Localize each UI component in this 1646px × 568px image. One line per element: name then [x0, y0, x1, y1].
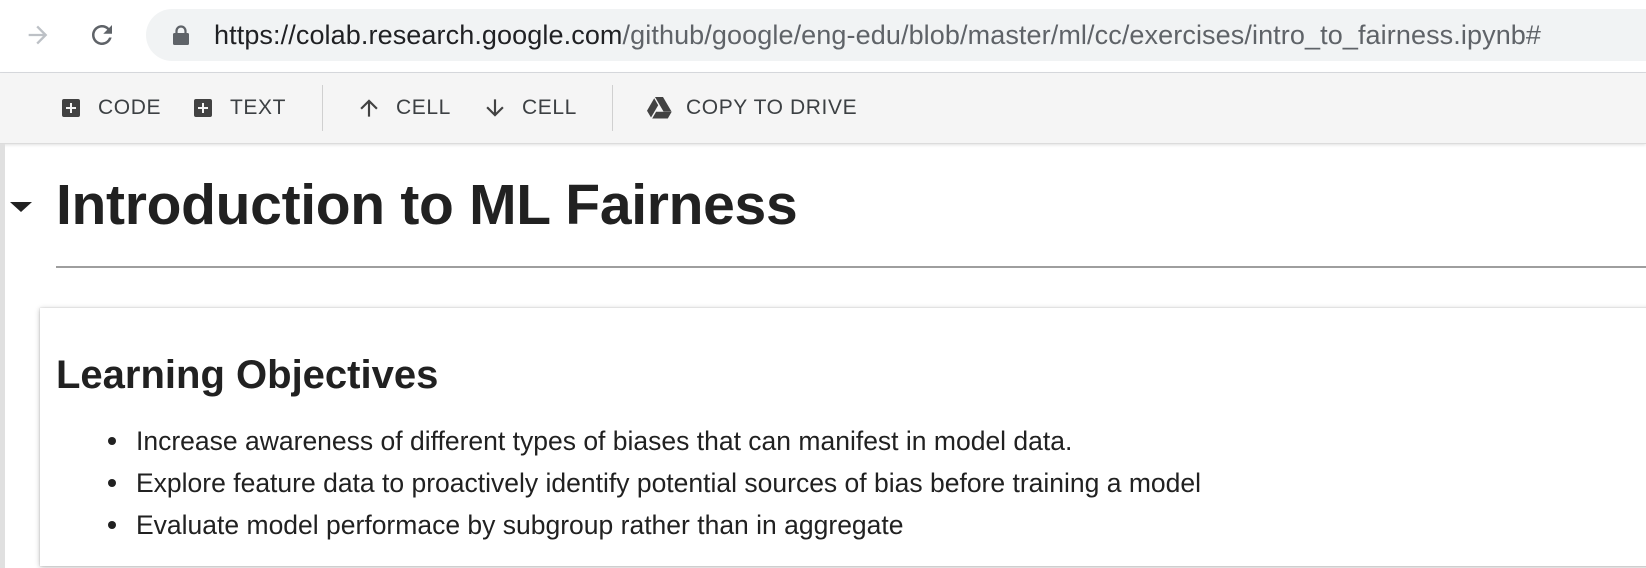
reload-button[interactable] — [80, 13, 124, 57]
url-omnibox[interactable]: https://colab.research.google.com/github… — [146, 9, 1646, 61]
section-heading: Learning Objectives — [56, 353, 439, 397]
browser-address-bar: https://colab.research.google.com/github… — [0, 0, 1646, 73]
title-divider — [56, 266, 1646, 268]
bullet — [108, 437, 116, 445]
list-item: Explore feature data to proactively iden… — [108, 462, 1202, 504]
objectives-list: Increase awareness of different types of… — [108, 420, 1202, 546]
add-text-cell-button[interactable]: TEXT — [190, 73, 286, 143]
bullet — [108, 521, 116, 529]
url-path: /github/google/eng-edu/blob/master/ml/cc… — [622, 20, 1542, 50]
copy-to-drive-button[interactable]: COPY TO DRIVE — [646, 73, 857, 143]
caret-down-icon[interactable] — [10, 202, 32, 212]
arrow-forward-icon — [28, 25, 48, 45]
move-cell-down-button[interactable]: CELL — [482, 73, 577, 143]
list-item-text: Explore feature data to proactively iden… — [136, 468, 1202, 498]
add-text-label: TEXT — [230, 96, 287, 119]
arrow-down-icon — [482, 95, 508, 121]
list-item: Evaluate model performace by subgroup ra… — [108, 504, 1201, 546]
add-code-cell-button[interactable]: CODE — [58, 73, 161, 143]
text-cell[interactable]: Learning Objectives Increase awareness o… — [40, 308, 1646, 566]
list-item-text: Evaluate model performace by subgroup ra… — [136, 510, 904, 540]
add-code-label: CODE — [98, 96, 162, 119]
forward-button[interactable] — [16, 13, 60, 57]
list-item: Increase awareness of different types of… — [108, 420, 1201, 462]
url-text[interactable]: https://colab.research.google.com/github… — [214, 21, 1541, 49]
copy-to-drive-label: COPY TO DRIVE — [686, 96, 858, 119]
cell-gutter — [0, 144, 5, 568]
notebook-title: Introduction to ML Fairness — [56, 173, 798, 237]
move-cell-down-label: CELL — [522, 96, 577, 119]
add-box-icon — [58, 95, 84, 121]
list-item-text: Increase awareness of different types of… — [136, 426, 1073, 456]
url-host: https://colab.research.google.com — [214, 20, 623, 50]
google-drive-icon — [646, 95, 672, 121]
add-box-icon — [190, 95, 216, 121]
lock-icon — [173, 25, 189, 45]
bullet — [108, 479, 116, 487]
arrow-up-icon — [356, 95, 382, 121]
reload-icon — [92, 25, 112, 45]
notebook-toolbar: CODE TEXT CELL CELL COPY TO DRIVE — [0, 73, 1646, 144]
move-cell-up-label: CELL — [396, 96, 451, 119]
toolbar-divider — [612, 85, 613, 131]
move-cell-up-button[interactable]: CELL — [356, 73, 451, 143]
toolbar-divider — [322, 85, 323, 131]
